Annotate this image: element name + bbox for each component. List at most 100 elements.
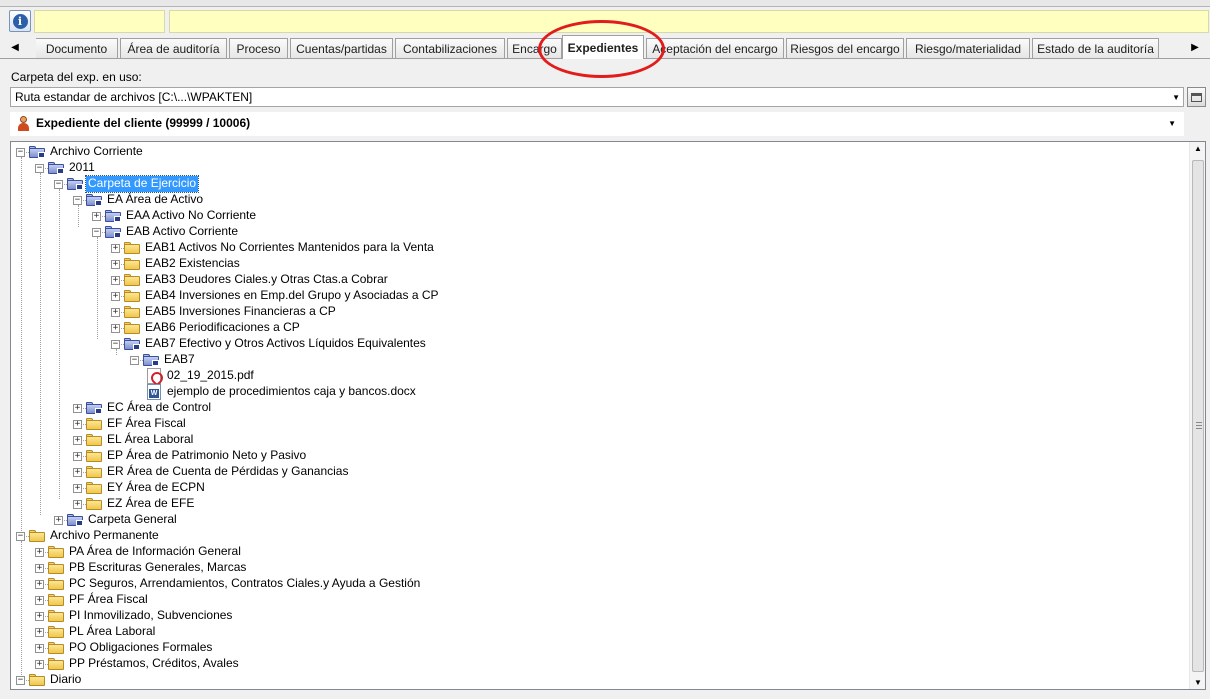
client-select[interactable]: Expediente del cliente (99999 / 10006) ▼ (10, 112, 1184, 136)
folder-icon (124, 338, 140, 350)
tab-encargo[interactable]: Encargo (507, 38, 562, 58)
expand-icon[interactable]: + (73, 468, 82, 477)
folder-icon (105, 210, 121, 222)
client-select-value: Expediente del cliente (99999 / 10006) (36, 116, 251, 130)
expand-icon[interactable]: + (35, 548, 44, 557)
tree-label-ep-area-de-patrimonio-neto-y-pasivo[interactable]: EP Área de Patrimonio Neto y Pasivo (105, 448, 308, 464)
tree-connector (21, 157, 22, 675)
expand-icon[interactable]: + (111, 308, 120, 317)
tree-label-diario[interactable]: Diario (48, 672, 83, 688)
tab-estado-auditoria[interactable]: Estado de la auditoría (1032, 38, 1159, 58)
expand-icon[interactable]: + (35, 596, 44, 605)
tab-scroll-left-icon[interactable]: ◀ (8, 38, 22, 56)
expand-icon[interactable]: + (73, 436, 82, 445)
tree-label-eab2-existencias[interactable]: EAB2 Existencias (143, 256, 242, 272)
expand-icon[interactable]: + (35, 660, 44, 669)
tree-label-ea-area-de-activo[interactable]: EA Área de Activo (105, 192, 205, 208)
tab-expedientes[interactable]: Expedientes (562, 35, 644, 59)
collapse-icon[interactable]: − (16, 532, 25, 541)
scroll-up-icon[interactable]: ▲ (1194, 144, 1202, 153)
tab-cuentas-partidas[interactable]: Cuentas/partidas (290, 38, 393, 58)
tree-label-ec-area-de-control[interactable]: EC Área de Control (105, 400, 213, 416)
tree-label-pl-area-laboral[interactable]: PL Área Laboral (67, 624, 157, 640)
tree-label-archivo-permanente[interactable]: Archivo Permanente (48, 528, 161, 544)
collapse-icon[interactable]: − (54, 180, 63, 189)
tree-label-02-19-2015-pdf[interactable]: 02_19_2015.pdf (165, 368, 256, 384)
browse-folder-button[interactable] (1187, 87, 1206, 107)
tree-label-2011[interactable]: 2011 (67, 160, 97, 176)
expand-icon[interactable]: + (73, 420, 82, 429)
expand-icon[interactable]: + (35, 564, 44, 573)
tree-label-eab3-deudores-ciales-y-otras-ctas-a-cobrar[interactable]: EAB3 Deudores Ciales.y Otras Ctas.a Cobr… (143, 272, 390, 288)
expand-icon[interactable]: + (92, 212, 101, 221)
tree-label-ejemplo-de-procedimientos-caja-y-bancos-docx[interactable]: ejemplo de procedimientos caja y bancos.… (165, 384, 418, 400)
tree-label-pf-area-fiscal[interactable]: PF Área Fiscal (67, 592, 150, 608)
scrollbar-thumb[interactable] (1192, 160, 1204, 672)
tab-riesgo-materialidad[interactable]: Riesgo/materialidad (906, 38, 1030, 58)
tree-scrollbar[interactable]: ▲ ▼ (1189, 142, 1205, 689)
expand-icon[interactable]: + (111, 292, 120, 301)
tree-label-archivo-corriente[interactable]: Archivo Corriente (48, 144, 145, 160)
folder-icon (124, 242, 140, 254)
info-bar: i (0, 7, 1210, 35)
tree-label-eab7[interactable]: EAB7 (162, 352, 197, 368)
scrollbar-grip-icon (1196, 422, 1202, 429)
expand-icon[interactable]: + (73, 404, 82, 413)
expand-icon[interactable]: + (111, 260, 120, 269)
carpeta-path-select[interactable]: Ruta estandar de archivos [C:\...\WPAKTE… (10, 87, 1184, 107)
tab-aceptacion-encargo[interactable]: Aceptación del encargo (646, 38, 784, 58)
expand-icon[interactable]: + (35, 580, 44, 589)
collapse-icon[interactable]: − (111, 340, 120, 349)
expand-icon[interactable]: + (35, 644, 44, 653)
expand-icon[interactable]: + (111, 276, 120, 285)
tree-label-eaa-activo-no-corriente[interactable]: EAA Activo No Corriente (124, 208, 258, 224)
collapse-icon[interactable]: − (35, 164, 44, 173)
tree-label-er-area-de-cuenta-de-perdidas-y-ganancias[interactable]: ER Área de Cuenta de Pérdidas y Ganancia… (105, 464, 350, 480)
tab-riesgos-encargo[interactable]: Riesgos del encargo (786, 38, 904, 58)
tree-label-pa-area-de-informacion-general[interactable]: PA Área de Información General (67, 544, 243, 560)
info-icon[interactable]: i (9, 10, 31, 32)
folder-icon (124, 274, 140, 286)
collapse-icon[interactable]: − (16, 676, 25, 685)
collapse-icon[interactable]: − (73, 196, 82, 205)
folder-icon (105, 226, 121, 238)
tree-label-ez-area-de-efe[interactable]: EZ Área de EFE (105, 496, 196, 512)
tree-label-carpeta-general[interactable]: Carpeta General (86, 512, 179, 528)
tree-label-po-obligaciones-formales[interactable]: PO Obligaciones Formales (67, 640, 214, 656)
collapse-icon[interactable]: − (16, 148, 25, 157)
tab-contabilizaciones[interactable]: Contabilizaciones (395, 38, 505, 58)
tree-label-pi-inmovilizado-subvenciones[interactable]: PI Inmovilizado, Subvenciones (67, 608, 234, 624)
expand-icon[interactable]: + (54, 516, 63, 525)
expand-icon[interactable]: + (111, 244, 120, 253)
expand-icon[interactable]: + (35, 612, 44, 621)
folder-icon (143, 354, 159, 366)
expand-icon[interactable]: + (73, 452, 82, 461)
tab-documento[interactable]: Documento (36, 38, 118, 58)
tree-connector (97, 237, 98, 339)
window-icon (1191, 92, 1202, 102)
tree-label-pp-prestamos-creditos-avales[interactable]: PP Préstamos, Créditos, Avales (67, 656, 241, 672)
tab-scroll-right-icon[interactable]: ▶ (1188, 38, 1202, 56)
collapse-icon[interactable]: − (130, 356, 139, 365)
tree-label-eab4-inversiones-en-emp-del-grupo-y-asociadas-a-cp[interactable]: EAB4 Inversiones en Emp.del Grupo y Asoc… (143, 288, 441, 304)
expand-icon[interactable]: + (73, 500, 82, 509)
tree-label-eab5-inversiones-financieras-a-cp[interactable]: EAB5 Inversiones Financieras a CP (143, 304, 338, 320)
tab-area-auditoria[interactable]: Área de auditoría (120, 38, 227, 58)
tree-label-eab6-periodificaciones-a-cp[interactable]: EAB6 Periodificaciones a CP (143, 320, 302, 336)
tree-label-ey-area-de-ecpn[interactable]: EY Área de ECPN (105, 480, 207, 496)
tab-proceso[interactable]: Proceso (229, 38, 288, 58)
tree-label-pb-escrituras-generales-marcas[interactable]: PB Escrituras Generales, Marcas (67, 560, 248, 576)
tree-label-eab-activo-corriente[interactable]: EAB Activo Corriente (124, 224, 240, 240)
folder-icon (86, 418, 102, 430)
tree-label-el-area-laboral[interactable]: EL Área Laboral (105, 432, 195, 448)
expand-icon[interactable]: + (73, 484, 82, 493)
tree-label-pc-seguros-arrendamientos-contratos-ciales-y-ayuda-a-gestion[interactable]: PC Seguros, Arrendamientos, Contratos Ci… (67, 576, 422, 592)
scroll-down-icon[interactable]: ▼ (1194, 678, 1202, 687)
expand-icon[interactable]: + (111, 324, 120, 333)
tree-label-carpeta-de-ejercicio[interactable]: Carpeta de Ejercicio (84, 175, 200, 193)
tree-label-eab1-activos-no-corrientes-mantenidos-para-la-venta[interactable]: EAB1 Activos No Corrientes Mantenidos pa… (143, 240, 436, 256)
tree-label-ef-area-fiscal[interactable]: EF Área Fiscal (105, 416, 188, 432)
expand-icon[interactable]: + (35, 628, 44, 637)
collapse-icon[interactable]: − (92, 228, 101, 237)
tree-label-eab7-efectivo-y-otros-activos-liquidos-equivalentes[interactable]: EAB7 Efectivo y Otros Activos Líquidos E… (143, 336, 428, 352)
